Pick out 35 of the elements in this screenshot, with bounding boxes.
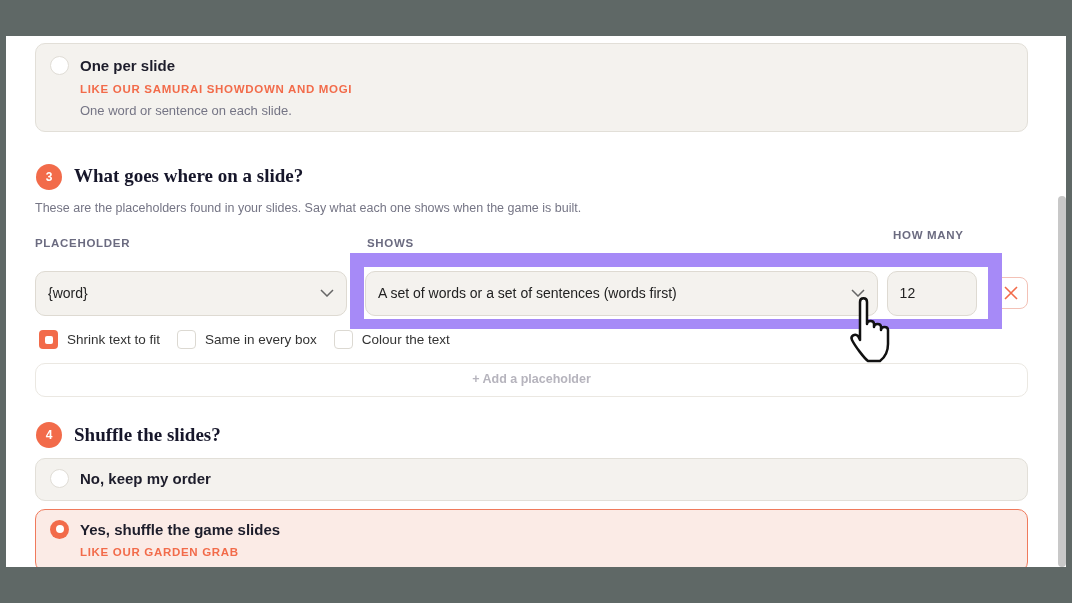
- placeholder-select[interactable]: {word}: [35, 270, 347, 316]
- column-header: HOW MANY: [893, 227, 965, 243]
- column-header: PLACEHOLDER: [35, 235, 132, 251]
- option-tagline: LIKE OUR SAMURAI SHOWDOWN AND MOGI: [80, 81, 354, 97]
- option-label: Yes, shuffle the game slides: [80, 519, 282, 540]
- checkbox[interactable]: [177, 330, 197, 350]
- option-tagline: LIKE OUR GARDEN GRAB: [80, 545, 240, 561]
- radio-button[interactable]: [50, 56, 69, 75]
- checkbox-label: Shrink text to fit: [67, 330, 161, 349]
- step-description: These are the placeholders found in your slides. Say what each one shows when the game is built.: [35, 199, 583, 217]
- checkbox-label: Colour the text: [361, 330, 450, 349]
- column-header: SHOWS: [367, 235, 415, 251]
- close-icon: [1003, 286, 1018, 300]
- chevron-down-icon: [320, 289, 334, 297]
- scrollbar[interactable]: [1058, 196, 1066, 567]
- step-number: 4: [36, 422, 62, 448]
- option-label: One per slide: [80, 56, 177, 76]
- step-title: What goes where on a slide?: [74, 164, 304, 189]
- checkbox[interactable]: [39, 330, 58, 350]
- select-value: {word}: [48, 283, 88, 303]
- checkbox-label: Same in every box: [205, 330, 317, 349]
- radio-button[interactable]: [50, 469, 69, 489]
- checkbox[interactable]: [333, 330, 353, 350]
- radio-button[interactable]: [50, 519, 69, 539]
- option-label: No, keep my order: [80, 469, 212, 490]
- option-description: One word or sentence on each slide.: [80, 101, 293, 120]
- shows-select[interactable]: A set of words or a set of sentences (words first): [365, 270, 878, 316]
- option-card[interactable]: Yes, shuffle the game slides LIKE OUR GARDEN GRAB: [35, 508, 1028, 567]
- step-title: Shuffle the slides?: [74, 422, 221, 447]
- count-field[interactable]: 12: [886, 270, 978, 316]
- option-card[interactable]: No, keep my order: [35, 458, 1028, 501]
- chevron-down-icon: [850, 289, 865, 297]
- step-number: 3: [36, 163, 62, 190]
- select-value: A set of words or a set of sentences (words first): [378, 283, 677, 303]
- option-card[interactable]: One per slide LIKE OUR SAMURAI SHOWDOWN AND MOGI One word or sentence on each slide.: [35, 43, 1028, 133]
